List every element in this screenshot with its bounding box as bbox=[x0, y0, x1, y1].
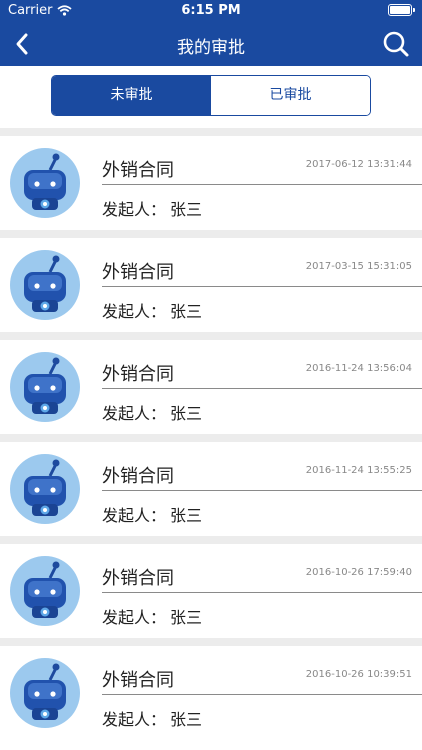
header: Carrier 6:15 PM 我的审批 bbox=[0, 0, 422, 66]
robot-avatar-icon bbox=[10, 250, 80, 320]
item-initiator: 发起人： 张三 bbox=[102, 196, 202, 220]
tab-approved[interactable]: 已审批 bbox=[211, 76, 370, 115]
robot-avatar-icon bbox=[10, 556, 80, 626]
item-title: 外销合同 bbox=[102, 466, 174, 487]
row-separator bbox=[0, 332, 422, 340]
status-bar: Carrier 6:15 PM bbox=[0, 0, 422, 22]
initiator-name: 张三 bbox=[170, 404, 203, 423]
item-title: 外销合同 bbox=[102, 568, 174, 589]
item-title: 外销合同 bbox=[102, 670, 174, 691]
row-separator bbox=[0, 638, 422, 646]
page-title: 我的审批 bbox=[177, 38, 245, 58]
item-timestamp: 2016-10-26 17:59:40 bbox=[305, 567, 412, 578]
robot-avatar-icon bbox=[10, 148, 80, 218]
robot-avatar-icon bbox=[10, 352, 80, 422]
list-item[interactable]: 外销合同 2016-10-26 10:39:51 发起人： 张三 bbox=[0, 646, 422, 740]
item-title: 外销合同 bbox=[102, 364, 174, 385]
initiator-label: 发起人： bbox=[102, 608, 167, 627]
divider bbox=[102, 490, 422, 491]
nav-bar: 我的审批 bbox=[0, 22, 422, 66]
status-time: 6:15 PM bbox=[181, 3, 241, 18]
item-timestamp: 2016-11-24 13:55:25 bbox=[305, 465, 412, 476]
list-item[interactable]: 外销合同 2017-03-15 15:31:05 发起人： 张三 bbox=[0, 238, 422, 332]
item-title: 外销合同 bbox=[102, 160, 174, 181]
item-initiator: 发起人： 张三 bbox=[102, 400, 202, 424]
list-item[interactable]: 外销合同 2016-10-26 17:59:40 发起人： 张三 bbox=[0, 544, 422, 638]
initiator-name: 张三 bbox=[170, 608, 203, 627]
list-item[interactable]: 外销合同 2016-11-24 13:56:04 发起人： 张三 bbox=[0, 340, 422, 434]
initiator-label: 发起人： bbox=[102, 200, 167, 219]
initiator-label: 发起人： bbox=[102, 302, 167, 321]
initiator-name: 张三 bbox=[170, 710, 203, 729]
row-separator bbox=[0, 434, 422, 442]
item-timestamp: 2016-10-26 10:39:51 bbox=[305, 669, 412, 680]
robot-avatar-icon bbox=[10, 658, 80, 728]
battery-icon bbox=[388, 4, 415, 16]
robot-avatar-icon bbox=[10, 454, 80, 524]
divider bbox=[102, 388, 422, 389]
item-initiator: 发起人： 张三 bbox=[102, 706, 202, 730]
approval-list: 外销合同 2017-06-12 13:31:44 发起人： 张三 外销合同 20… bbox=[0, 128, 422, 740]
divider bbox=[102, 592, 422, 593]
initiator-label: 发起人： bbox=[102, 506, 167, 525]
item-title: 外销合同 bbox=[102, 262, 174, 283]
search-button[interactable] bbox=[380, 28, 412, 60]
initiator-name: 张三 bbox=[170, 506, 203, 525]
item-initiator: 发起人： 张三 bbox=[102, 502, 202, 526]
initiator-label: 发起人： bbox=[102, 710, 167, 729]
initiator-label: 发起人： bbox=[102, 404, 167, 423]
initiator-name: 张三 bbox=[170, 200, 203, 219]
status-segmented-control: 未审批 已审批 bbox=[51, 75, 371, 116]
item-initiator: 发起人： 张三 bbox=[102, 604, 202, 628]
tab-pending[interactable]: 未审批 bbox=[52, 76, 211, 115]
row-separator bbox=[0, 230, 422, 238]
item-timestamp: 2017-03-15 15:31:05 bbox=[305, 261, 412, 272]
search-icon bbox=[383, 31, 409, 57]
divider bbox=[102, 184, 422, 185]
row-separator bbox=[0, 536, 422, 544]
item-timestamp: 2016-11-24 13:56:04 bbox=[305, 363, 412, 374]
list-item[interactable]: 外销合同 2016-11-24 13:55:25 发起人： 张三 bbox=[0, 442, 422, 536]
divider bbox=[102, 694, 422, 695]
item-initiator: 发起人： 张三 bbox=[102, 298, 202, 322]
row-separator bbox=[0, 128, 422, 136]
initiator-name: 张三 bbox=[170, 302, 203, 321]
list-item[interactable]: 外销合同 2017-06-12 13:31:44 发起人： 张三 bbox=[0, 136, 422, 230]
item-timestamp: 2017-06-12 13:31:44 bbox=[305, 159, 412, 170]
divider bbox=[102, 286, 422, 287]
